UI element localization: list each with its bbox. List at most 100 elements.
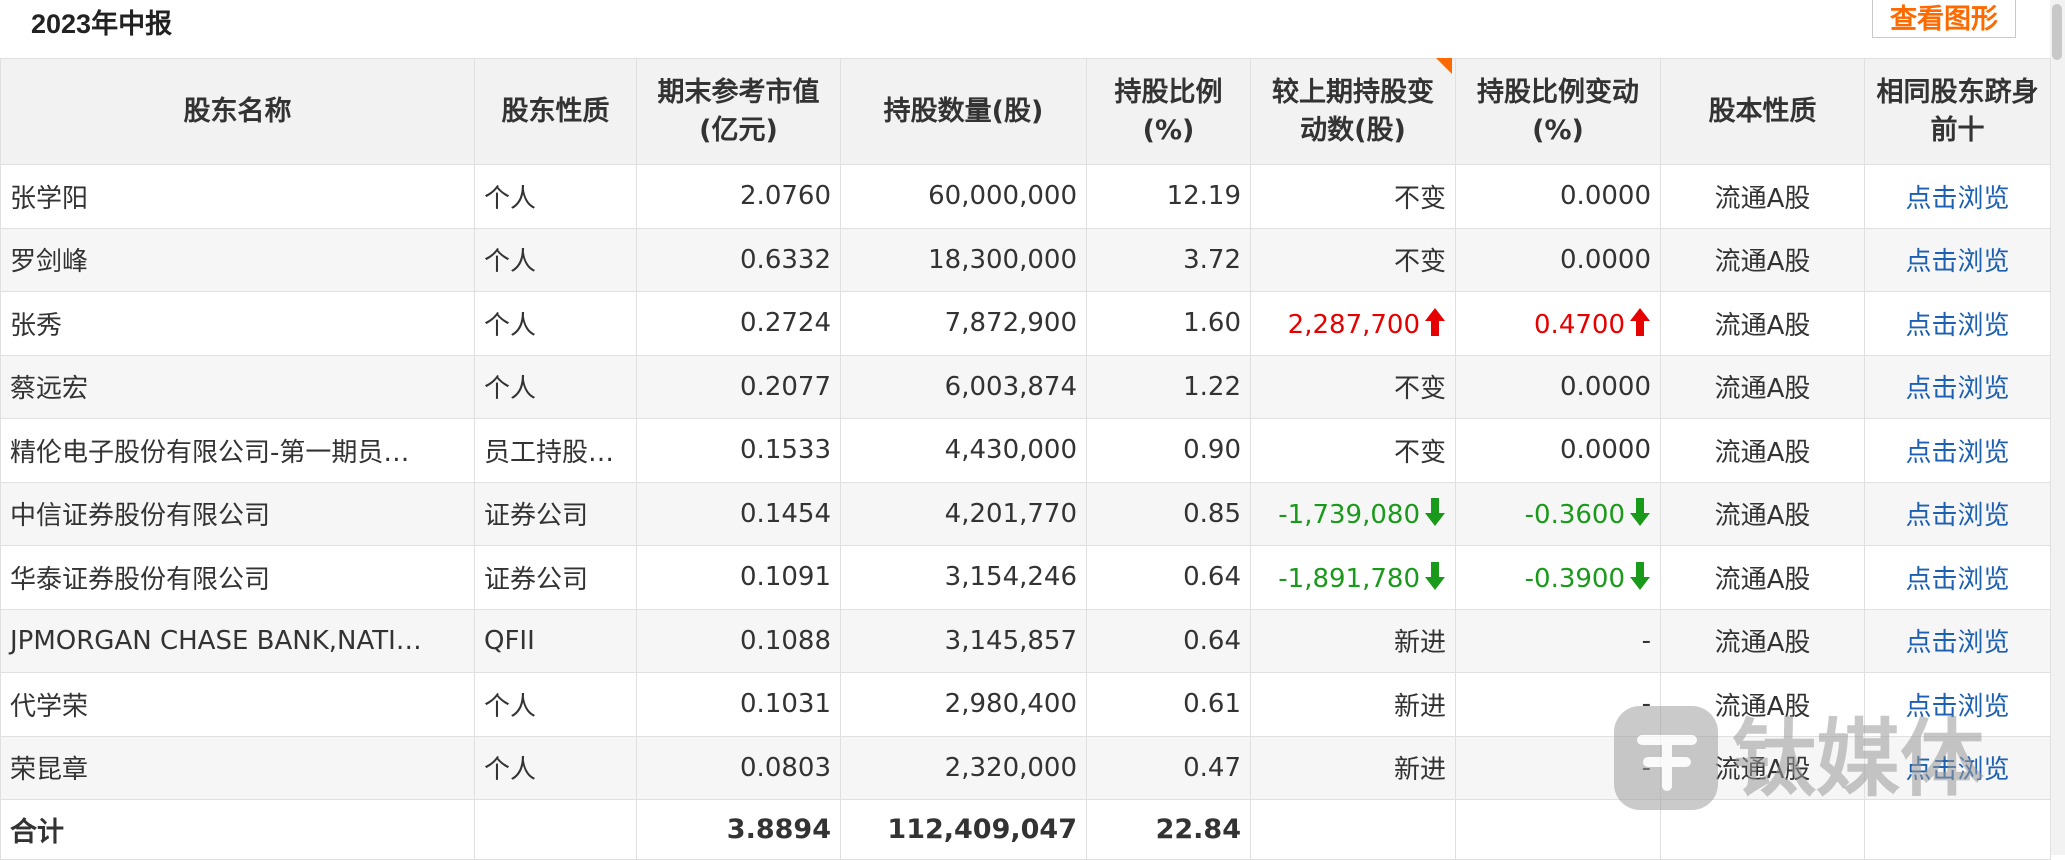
ratio-change-value: 0.0000 (1560, 181, 1651, 212)
table-header-row: 股东名称 股东性质 期末参考市值(亿元) 持股数量(股) 持股比例(%) 较上期… (0, 58, 2051, 165)
browse-link[interactable]: 点击浏览 (1905, 565, 2009, 595)
holder-name-cell: JPMORGAN CHASE BANK,NATI… (0, 608, 475, 673)
col-header-shares[interactable]: 持股数量(股) (840, 58, 1087, 165)
table-row: 中信证券股份有限公司 证券公司 0.1454 4,201,770 0.85 -1… (0, 481, 2051, 546)
arrow-up-icon (1630, 307, 1650, 336)
share-change-cell: -1,739,080 (1250, 481, 1456, 546)
total-empty-type (474, 799, 637, 860)
browse-link[interactable]: 点击浏览 (1905, 311, 2009, 341)
same-holder-cell: 点击浏览 (1864, 418, 2051, 483)
shares-cell: 2,980,400 (840, 672, 1087, 737)
col-header-share-change[interactable]: 较上期持股变动数(股) (1250, 58, 1456, 165)
total-ratio: 22.84 (1086, 799, 1251, 860)
browse-link[interactable]: 点击浏览 (1905, 247, 2009, 277)
market-value-cell: 0.0803 (636, 735, 841, 800)
shares-cell: 3,145,857 (840, 608, 1087, 673)
ratio-change-value: 0.0000 (1560, 371, 1651, 402)
market-value-cell: 0.1031 (636, 672, 841, 737)
table-row: JPMORGAN CHASE BANK,NATI… QFII 0.1088 3,… (0, 608, 2051, 673)
holder-name-cell: 代学荣 (0, 672, 475, 737)
holder-name-cell: 精伦电子股份有限公司-第一期员… (0, 418, 475, 483)
share-nature-cell: 流通A股 (1660, 481, 1865, 546)
col-header-ratio-change[interactable]: 持股比例变动(%) (1455, 58, 1661, 165)
ratio-change-value: 0.4700 (1534, 309, 1625, 340)
holder-type-cell: 员工持股… (474, 418, 637, 483)
shares-cell: 3,154,246 (840, 545, 1087, 610)
ratio-change-value: -0.3900 (1524, 563, 1625, 594)
browse-link[interactable]: 点击浏览 (1905, 374, 2009, 404)
shares-cell: 6,003,874 (840, 354, 1087, 419)
shares-cell: 60,000,000 (840, 164, 1087, 229)
share-nature-cell: 流通A股 (1660, 164, 1865, 229)
share-change-cell: 不变 (1250, 418, 1456, 483)
col-header-holder-name[interactable]: 股东名称 (0, 58, 475, 165)
ratio-cell: 1.22 (1086, 354, 1251, 419)
holder-name-cell: 中信证券股份有限公司 (0, 481, 475, 546)
ratio-change-cell: 0.0000 (1455, 354, 1661, 419)
market-value-cell: 0.1088 (636, 608, 841, 673)
ratio-change-cell: -0.3900 (1455, 545, 1661, 610)
holder-type-cell: 证券公司 (474, 545, 637, 610)
share-nature-cell: 流通A股 (1660, 418, 1865, 483)
ratio-change-cell: 0.0000 (1455, 164, 1661, 229)
col-header-market-value[interactable]: 期末参考市值(亿元) (636, 58, 841, 165)
view-chart-button[interactable]: 查看图形 (1872, 0, 2016, 38)
total-value: 3.8894 (636, 799, 841, 860)
col-header-ratio[interactable]: 持股比例(%) (1086, 58, 1251, 165)
table-row: 张学阳 个人 2.0760 60,000,000 12.19 不变 0.0000… (0, 164, 2051, 229)
ratio-cell: 0.85 (1086, 481, 1251, 546)
holder-type-cell: 证券公司 (474, 481, 637, 546)
share-change-value: 不变 (1393, 374, 1446, 405)
ratio-cell: 0.64 (1086, 545, 1251, 610)
market-value-cell: 0.1454 (636, 481, 841, 546)
ratio-cell: 0.90 (1086, 418, 1251, 483)
header-corner-marker (1436, 58, 1452, 74)
shares-cell: 4,430,000 (840, 418, 1087, 483)
shares-cell: 2,320,000 (840, 735, 1087, 800)
arrow-down-icon (1425, 498, 1445, 527)
holder-type-cell: 个人 (474, 735, 637, 800)
scrollbar-track[interactable] (2050, 0, 2065, 855)
share-change-value: 新进 (1393, 628, 1446, 659)
total-empty-change (1250, 799, 1456, 860)
ratio-change-cell: -0.3600 (1455, 481, 1661, 546)
panel-header: 2023年中报 查看图形 (0, 0, 2050, 58)
holder-type-cell: 个人 (474, 227, 637, 292)
arrow-up-icon (1425, 307, 1445, 336)
holder-type-cell: QFII (474, 608, 637, 673)
ratio-change-cell: 0.4700 (1455, 291, 1661, 356)
table-row: 华泰证券股份有限公司 证券公司 0.1091 3,154,246 0.64 -1… (0, 545, 2051, 610)
col-header-same-holder[interactable]: 相同股东跻身前十 (1864, 58, 2051, 165)
shares-cell: 4,201,770 (840, 481, 1087, 546)
ratio-cell: 3.72 (1086, 227, 1251, 292)
report-period-title: 2023年中报 (31, 9, 173, 39)
arrow-down-icon (1630, 498, 1650, 527)
same-holder-cell: 点击浏览 (1864, 481, 2051, 546)
total-label: 合计 (0, 799, 475, 860)
col-header-holder-type[interactable]: 股东性质 (474, 58, 637, 165)
ratio-cell: 0.47 (1086, 735, 1251, 800)
browse-link[interactable]: 点击浏览 (1905, 438, 2009, 468)
browse-link[interactable]: 点击浏览 (1905, 628, 2009, 658)
ratio-change-value: - (1641, 625, 1651, 656)
ratio-change-value: -0.3600 (1524, 500, 1625, 531)
same-holder-cell: 点击浏览 (1864, 164, 2051, 229)
market-value-cell: 0.2724 (636, 291, 841, 356)
total-shares: 112,409,047 (840, 799, 1087, 860)
share-nature-cell: 流通A股 (1660, 545, 1865, 610)
share-change-cell: 新进 (1250, 608, 1456, 673)
ratio-change-value: 0.0000 (1560, 435, 1651, 466)
col-header-share-nature[interactable]: 股本性质 (1660, 58, 1865, 165)
share-change-cell: -1,891,780 (1250, 545, 1456, 610)
browse-link[interactable]: 点击浏览 (1905, 501, 2009, 531)
ratio-change-cell: 0.0000 (1455, 227, 1661, 292)
ratio-cell: 0.61 (1086, 672, 1251, 737)
market-value-cell: 0.6332 (636, 227, 841, 292)
table-row: 精伦电子股份有限公司-第一期员… 员工持股… 0.1533 4,430,000 … (0, 418, 2051, 483)
same-holder-cell: 点击浏览 (1864, 545, 2051, 610)
holder-name-cell: 罗剑峰 (0, 227, 475, 292)
share-change-cell: 不变 (1250, 164, 1456, 229)
scrollbar-thumb[interactable] (2052, 4, 2062, 60)
browse-link[interactable]: 点击浏览 (1905, 184, 2009, 214)
holder-name-cell: 华泰证券股份有限公司 (0, 545, 475, 610)
